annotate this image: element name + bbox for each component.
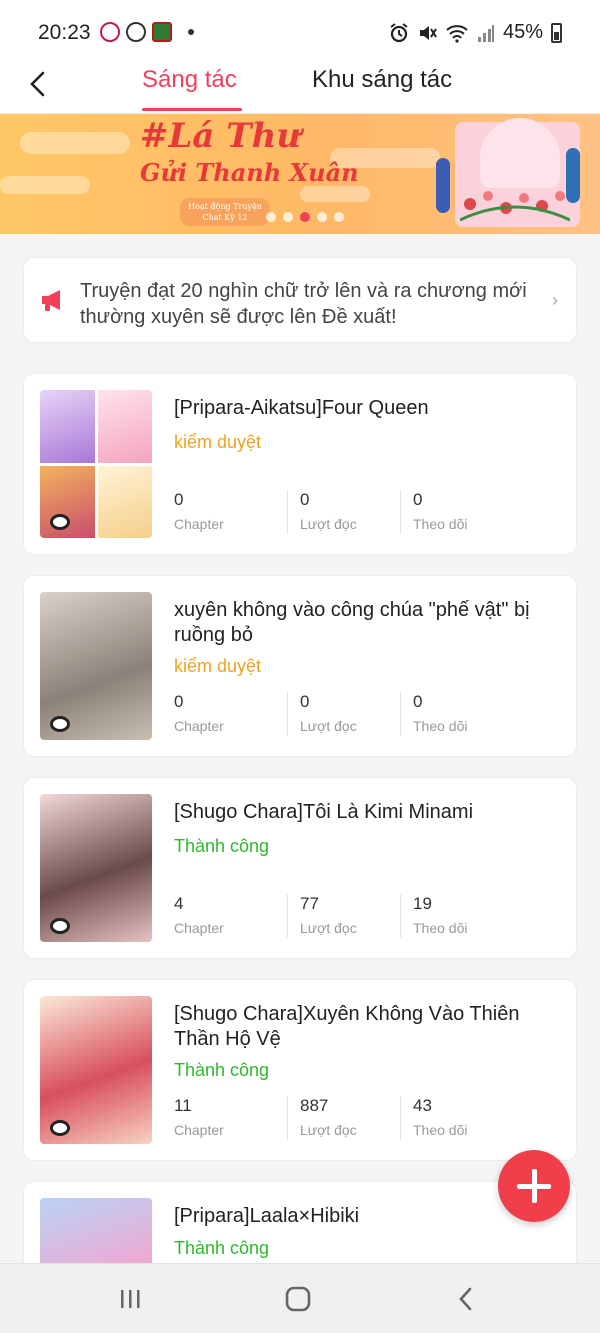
follow-label: Theo dõi: [413, 516, 468, 532]
banner-title: #Lá Thư: [140, 116, 302, 156]
chapter-label: Chapter: [174, 920, 224, 936]
story-title: [Shugo Chara]Tôi Là Kimi Minami: [174, 801, 474, 823]
story-status: kiểm duyệt: [174, 656, 262, 676]
pagination-dot-active[interactable]: [300, 212, 310, 222]
chevron-right-icon: ›: [552, 290, 558, 310]
story-card[interactable]: [Shugo Chara]Xuyên Không Vào Thiên Thần …: [24, 980, 576, 1160]
banner-pagination: [266, 212, 344, 222]
story-title: [Pripara]Laala×Hibiki: [174, 1205, 360, 1227]
follow-label: Theo dõi: [413, 920, 468, 936]
battery-icon: [551, 22, 562, 43]
read-label: Lượt đọc: [300, 718, 357, 734]
story-card[interactable]: xuyên không vào công chúa "phế vật" bị r…: [24, 576, 576, 756]
flowers-illustration: [460, 191, 570, 222]
story-stats: 4 Chapter 77 Lượt đọc 19 Theo dõi: [174, 894, 514, 938]
status-system-icons: 45%: [389, 21, 562, 44]
notice-text: Truyện đạt 20 nghìn chữ trở lên và ra ch…: [80, 280, 527, 328]
pagination-dot[interactable]: [266, 212, 276, 222]
flag-app-icon: [152, 22, 172, 42]
tab-sang-tac[interactable]: Sáng tác: [142, 66, 237, 94]
plus-icon: [517, 1169, 551, 1203]
chapter-count: 11: [174, 1096, 192, 1115]
chapter-count: 4: [174, 894, 184, 913]
pagination-dot[interactable]: [283, 212, 293, 222]
story-stats: 11 Chapter 887 Lượt đọc 43 Theo dõi: [174, 1096, 514, 1140]
story-stats: 0 Chapter 0 Lượt đọc 0 Theo dõi: [174, 692, 514, 736]
header: Sáng tác Khu sáng tác: [0, 56, 600, 114]
chapter-count: 0: [174, 692, 184, 711]
active-tab-indicator: [142, 108, 242, 111]
wifi-icon: [446, 24, 468, 43]
recent-apps-button[interactable]: [110, 1282, 150, 1316]
pagination-dot[interactable]: [317, 212, 327, 222]
battery-percent: 45%: [502, 21, 543, 43]
follow-count: 43: [413, 1096, 432, 1115]
system-back-button[interactable]: [446, 1282, 486, 1316]
story-card[interactable]: [Shugo Chara]Tôi Là Kimi Minami Thành cô…: [24, 778, 576, 958]
system-navigation-bar: [0, 1263, 600, 1333]
chapter-count: 0: [174, 490, 184, 509]
chapter-label: Chapter: [174, 516, 224, 532]
chat-story-badge-icon: [50, 716, 70, 732]
story-cover: [40, 996, 152, 1144]
chat-story-badge-icon: [50, 918, 70, 934]
read-count: 77: [300, 894, 319, 913]
chapter-label: Chapter: [174, 1122, 224, 1138]
heart-illustration: [480, 118, 560, 188]
follow-count: 19: [413, 894, 432, 913]
story-title: [Pripara-Aikatsu]Four Queen: [174, 397, 429, 419]
back-button[interactable]: [18, 64, 58, 104]
read-label: Lượt đọc: [300, 920, 357, 936]
recent-apps-icon: [121, 1290, 140, 1308]
status-time: 20:23: [38, 21, 91, 44]
follow-count: 0: [413, 490, 423, 509]
app-notification-icon: [100, 22, 120, 42]
story-card[interactable]: [Pripara-Aikatsu]Four Queen kiểm duyệt 0…: [24, 374, 576, 554]
banner-subtitle: Gửi Thanh Xuân: [140, 158, 359, 187]
recommendation-notice[interactable]: Truyện đạt 20 nghìn chữ trở lên và ra ch…: [24, 258, 576, 342]
banner-tag: Hoạt động Truyện Chat Kỳ 12: [180, 198, 270, 226]
chat-story-badge-icon: [50, 1120, 70, 1136]
back-icon: [459, 1287, 472, 1311]
story-status: Thành công: [174, 1060, 270, 1080]
chapter-label: Chapter: [174, 718, 224, 734]
chevron-left-icon: [30, 71, 45, 97]
story-status: kiểm duyệt: [174, 432, 262, 452]
status-notification-icons: [100, 22, 194, 42]
story-status: Thành công: [174, 836, 270, 856]
alarm-icon: [390, 22, 408, 42]
story-cover: [40, 592, 152, 740]
story-cover: [40, 390, 152, 538]
megaphone-icon: [42, 290, 60, 311]
status-bar: 20:23 45%: [0, 0, 600, 56]
follow-label: Theo dõi: [413, 1122, 468, 1138]
read-label: Lượt đọc: [300, 1122, 357, 1138]
pagination-dot[interactable]: [334, 212, 344, 222]
tab-khu-sang-tac[interactable]: Khu sáng tác: [312, 66, 452, 94]
follow-count: 0: [413, 692, 423, 711]
chat-story-badge-icon: [50, 514, 70, 530]
follow-label: Theo dõi: [413, 718, 468, 734]
create-story-button[interactable]: [498, 1150, 570, 1222]
read-count: 0: [300, 692, 310, 711]
story-title: xuyên không vào công chúa "phế vật" bị r…: [174, 599, 530, 646]
read-count: 0: [300, 490, 310, 509]
story-cover: [40, 794, 152, 942]
story-status: Thành công: [174, 1238, 270, 1258]
signal-icon: [477, 24, 494, 42]
story-stats: 0 Chapter 0 Lượt đọc 0 Theo dõi: [174, 490, 514, 534]
read-label: Lượt đọc: [300, 516, 357, 532]
broadcast-icon: [126, 22, 146, 42]
mute-icon: [419, 25, 437, 40]
person-illustration: [436, 158, 450, 213]
story-title: [Shugo Chara]Xuyên Không Vào Thiên Thần …: [174, 1003, 520, 1050]
home-button[interactable]: [278, 1282, 318, 1316]
more-notifications-dot-icon: [188, 29, 194, 35]
home-icon: [285, 1286, 311, 1312]
read-count: 887: [300, 1096, 329, 1115]
